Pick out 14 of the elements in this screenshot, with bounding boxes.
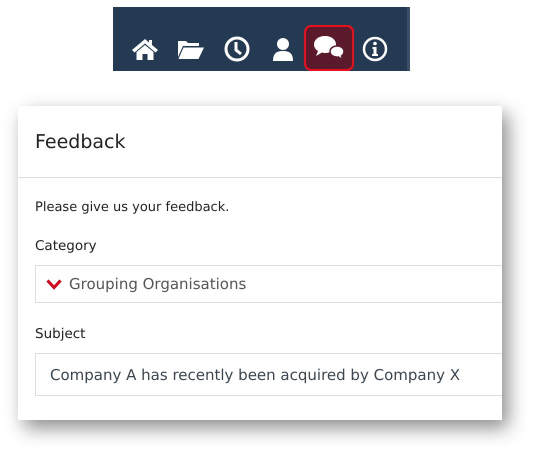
toolbar-chat-button[interactable] [304, 25, 354, 71]
intro-text: Please give us your feedback. [35, 200, 230, 215]
subject-label: Subject [35, 326, 86, 342]
subject-field[interactable]: Company A has recently been acquired by Company X [35, 353, 502, 396]
clock-icon [224, 36, 250, 62]
folder-icon [177, 38, 205, 60]
category-label: Category [35, 238, 98, 254]
category-dropdown[interactable]: Grouping Organisations [35, 265, 502, 303]
chevron-down-icon [46, 278, 62, 290]
chat-bubbles-icon [313, 35, 345, 61]
home-icon [131, 37, 159, 61]
info-icon [362, 36, 388, 62]
dialog-title: Feedback [35, 131, 126, 153]
person-icon [272, 37, 294, 61]
